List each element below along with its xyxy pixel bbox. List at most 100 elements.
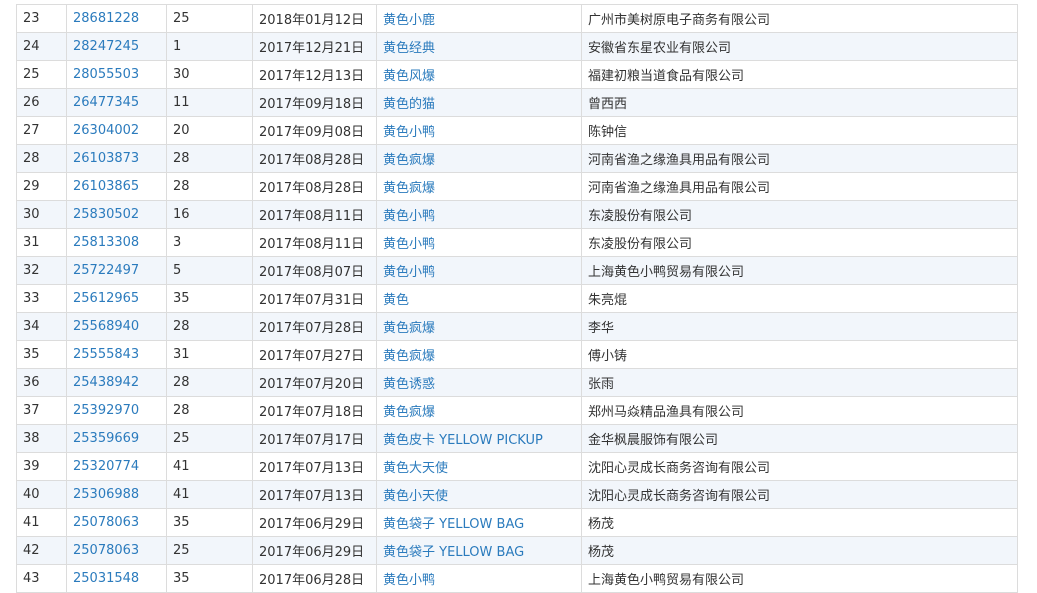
applicant-cell: 安徽省东星农业有限公司 — [581, 32, 1018, 61]
trademark-name-link[interactable]: 黄色袋子 YELLOW BAG — [383, 545, 524, 560]
registration-number-link[interactable]: 26304002 — [73, 123, 139, 138]
trademark-name-link[interactable]: 黄色疯爆 — [383, 153, 435, 168]
application-date: 2017年07月20日 — [259, 377, 365, 392]
row-index-cell: 40 — [16, 480, 67, 509]
trademark-name-link[interactable]: 黄色疯爆 — [383, 321, 435, 336]
registration-number-link[interactable]: 26103865 — [73, 179, 139, 194]
row-index-cell: 28 — [16, 144, 67, 173]
application-date: 2017年07月18日 — [259, 405, 365, 420]
table-row: 30 25830502 16 2017年08月11日 黄色小鸭 东凌股份有限公司 — [16, 200, 1018, 229]
row-index: 23 — [23, 11, 40, 26]
applicant-name: 陈钟信 — [588, 125, 628, 140]
registration-number-link[interactable]: 25555843 — [73, 347, 139, 362]
applicant-name: 东凌股份有限公司 — [588, 237, 693, 252]
trademark-name-link[interactable]: 黄色小天使 — [383, 489, 448, 504]
trademark-results-table-wrapper: 23 28681228 25 2018年01月12日 黄色小鹿 广州市美树原电子… — [16, 4, 1018, 593]
registration-number-cell: 26103865 — [66, 172, 167, 201]
trademark-name-cell: 黄色大天使 — [376, 452, 582, 481]
trademark-name-link[interactable]: 黄色风爆 — [383, 69, 435, 84]
registration-number-link[interactable]: 25612965 — [73, 291, 139, 306]
registration-number-link[interactable]: 25568940 — [73, 319, 139, 334]
trademark-name-link[interactable]: 黄色皮卡 YELLOW PICKUP — [383, 433, 543, 448]
registration-number-link[interactable]: 25392970 — [73, 403, 139, 418]
trademark-name-link[interactable]: 黄色大天使 — [383, 461, 448, 476]
application-date: 2017年08月28日 — [259, 181, 365, 196]
registration-number-link[interactable]: 25722497 — [73, 263, 139, 278]
class-cell: 30 — [166, 60, 253, 89]
trademark-name-link[interactable]: 黄色小鸭 — [383, 573, 435, 588]
applicant-name: 安徽省东星农业有限公司 — [588, 41, 732, 56]
registration-number-cell: 25359669 — [66, 424, 167, 453]
registration-number-link[interactable]: 28055503 — [73, 67, 139, 82]
registration-number-link[interactable]: 25320774 — [73, 459, 139, 474]
trademark-name-cell: 黄色小天使 — [376, 480, 582, 509]
trademark-name-cell: 黄色疯爆 — [376, 144, 582, 173]
registration-number-cell: 25722497 — [66, 256, 167, 285]
registration-number-link[interactable]: 25830502 — [73, 207, 139, 222]
trademark-name-cell: 黄色诱惑 — [376, 368, 582, 397]
class-cell: 25 — [166, 536, 253, 565]
table-row: 31 25813308 3 2017年08月11日 黄色小鸭 东凌股份有限公司 — [16, 228, 1018, 257]
applicant-name: 福建初粮当道食品有限公司 — [588, 69, 745, 84]
trademark-name-link[interactable]: 黄色疯爆 — [383, 349, 435, 364]
registration-number-cell: 26304002 — [66, 116, 167, 145]
registration-number-link[interactable]: 26103873 — [73, 151, 139, 166]
registration-number-link[interactable]: 25031548 — [73, 571, 139, 586]
class-number: 1 — [173, 39, 182, 54]
trademark-name-cell: 黄色疯爆 — [376, 172, 582, 201]
trademark-name-link[interactable]: 黄色疯爆 — [383, 405, 435, 420]
class-number: 28 — [173, 403, 190, 418]
registration-number-link[interactable]: 25438942 — [73, 375, 139, 390]
applicant-name: 朱亮焜 — [588, 293, 628, 308]
row-index: 34 — [23, 319, 40, 334]
row-index-cell: 43 — [16, 564, 67, 593]
registration-number-cell: 25320774 — [66, 452, 167, 481]
applicant-cell: 杨茂 — [581, 508, 1018, 537]
trademark-name-link[interactable]: 黄色 — [383, 293, 409, 308]
row-index-cell: 34 — [16, 312, 67, 341]
application-date-cell: 2017年07月13日 — [252, 480, 377, 509]
trademark-name-link[interactable]: 黄色小鸭 — [383, 265, 435, 280]
class-number: 41 — [173, 459, 190, 474]
trademark-name-link[interactable]: 黄色诱惑 — [383, 377, 435, 392]
applicant-cell: 金华枫晨服饰有限公司 — [581, 424, 1018, 453]
registration-number-link[interactable]: 28681228 — [73, 11, 139, 26]
trademark-name-link[interactable]: 黄色的猫 — [383, 97, 435, 112]
registration-number-link[interactable]: 28247245 — [73, 39, 139, 54]
application-date-cell: 2018年01月12日 — [252, 4, 377, 33]
application-date-cell: 2017年07月31日 — [252, 284, 377, 313]
registration-number-link[interactable]: 25359669 — [73, 431, 139, 446]
trademark-results-table: 23 28681228 25 2018年01月12日 黄色小鹿 广州市美树原电子… — [16, 4, 1018, 593]
registration-number-cell: 25612965 — [66, 284, 167, 313]
class-number: 35 — [173, 291, 190, 306]
registration-number-link[interactable]: 25306988 — [73, 487, 139, 502]
applicant-cell: 广州市美树原电子商务有限公司 — [581, 4, 1018, 33]
row-index: 35 — [23, 347, 40, 362]
registration-number-link[interactable]: 25078063 — [73, 515, 139, 530]
trademark-name-link[interactable]: 黄色袋子 YELLOW BAG — [383, 517, 524, 532]
trademark-name-link[interactable]: 黄色小鸭 — [383, 237, 435, 252]
trademark-name-link[interactable]: 黄色经典 — [383, 41, 435, 56]
applicant-name: 河南省渔之缘渔具用品有限公司 — [588, 181, 771, 196]
trademark-name-cell: 黄色小鸭 — [376, 200, 582, 229]
class-number: 30 — [173, 67, 190, 82]
application-date: 2017年07月13日 — [259, 489, 365, 504]
class-cell: 41 — [166, 452, 253, 481]
trademark-name-link[interactable]: 黄色疯爆 — [383, 181, 435, 196]
registration-number-link[interactable]: 25078063 — [73, 543, 139, 558]
application-date-cell: 2017年09月08日 — [252, 116, 377, 145]
trademark-name-link[interactable]: 黄色小鸭 — [383, 209, 435, 224]
class-number: 25 — [173, 543, 190, 558]
trademark-name-link[interactable]: 黄色小鸭 — [383, 125, 435, 140]
table-row: 34 25568940 28 2017年07月28日 黄色疯爆 李华 — [16, 312, 1018, 341]
application-date: 2017年09月18日 — [259, 97, 365, 112]
application-date-cell: 2017年06月28日 — [252, 564, 377, 593]
applicant-name: 曾西西 — [588, 97, 628, 112]
application-date: 2017年07月27日 — [259, 349, 365, 364]
application-date: 2017年06月28日 — [259, 573, 365, 588]
class-cell: 28 — [166, 312, 253, 341]
trademark-name-link[interactable]: 黄色小鹿 — [383, 13, 435, 28]
registration-number-link[interactable]: 26477345 — [73, 95, 139, 110]
applicant-cell: 东凌股份有限公司 — [581, 228, 1018, 257]
registration-number-link[interactable]: 25813308 — [73, 235, 139, 250]
